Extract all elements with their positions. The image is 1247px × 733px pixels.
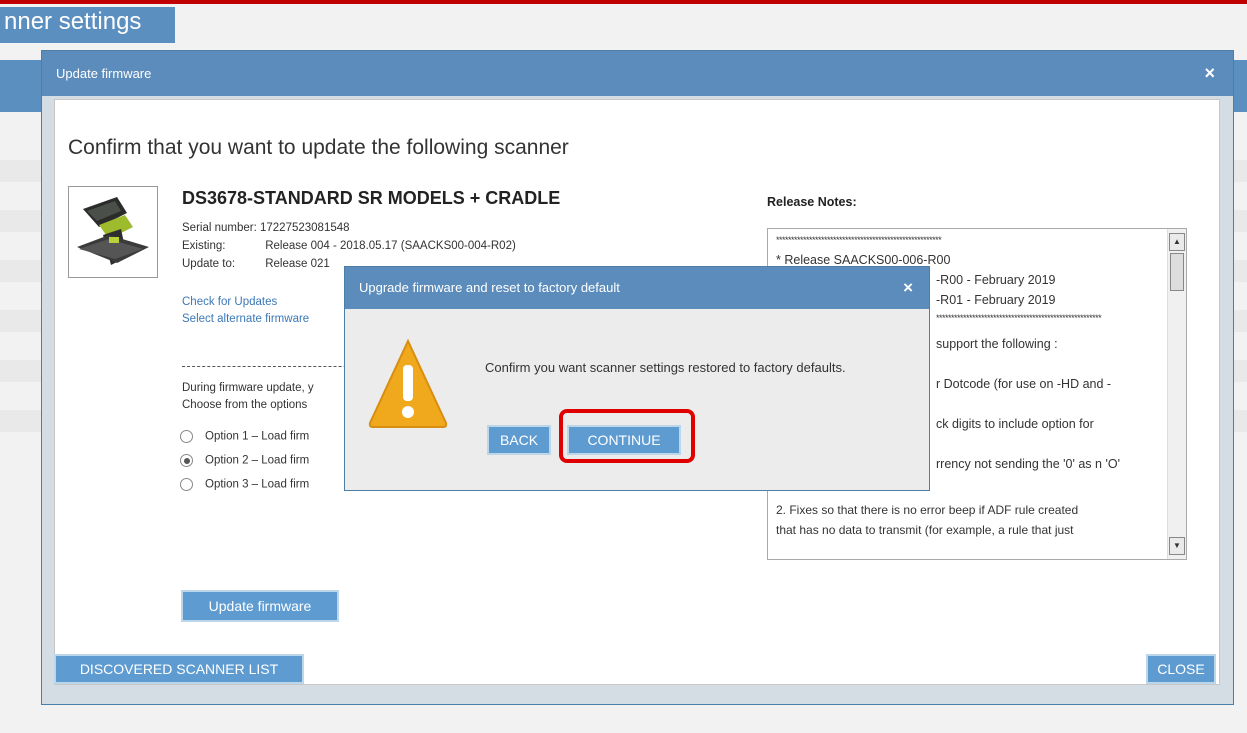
warning-icon xyxy=(367,337,449,434)
discovered-scanner-list-button[interactable]: DISCOVERED SCANNER LIST xyxy=(54,654,304,684)
confirm-heading: Confirm that you want to update the foll… xyxy=(68,136,569,159)
dialog-title-bar: Update firmware × xyxy=(42,51,1233,96)
existing-value: Release 004 - 2018.05.17 (SAACKS00-004-R… xyxy=(265,240,516,252)
existing-row: Existing: Release 004 - 2018.05.17 (SAAC… xyxy=(182,240,516,252)
update-to-value: Release 021 xyxy=(265,258,330,270)
update-to-label: Update to: xyxy=(182,258,236,270)
update-to-row: Update to: Release 021 xyxy=(182,258,330,270)
close-button[interactable]: CLOSE xyxy=(1146,654,1216,684)
serial-value: 17227523081548 xyxy=(260,222,350,234)
radio-icon[interactable] xyxy=(180,430,193,443)
update-firmware-button[interactable]: Update firmware xyxy=(181,590,339,622)
release-notes-line: -R00 - February 2019 xyxy=(936,273,1056,287)
release-notes-title: Release Notes: xyxy=(767,195,857,209)
release-notes-line: -R01 - February 2019 xyxy=(936,293,1056,307)
during-update-text: During firmware update, y xyxy=(182,382,314,394)
release-notes-line: ****************************************… xyxy=(776,235,942,245)
release-notes-scrollbar[interactable]: ▲ ▼ xyxy=(1167,229,1186,559)
back-button[interactable]: BACK xyxy=(487,425,551,455)
release-notes-line: support the following : xyxy=(936,337,1058,351)
factory-reset-modal: Upgrade firmware and reset to factory de… xyxy=(344,266,930,491)
existing-label: Existing: xyxy=(182,240,226,252)
option-2-label: Option 2 – Load firm xyxy=(205,454,310,467)
scanner-model: DS3678-STANDARD SR MODELS + CRADLE xyxy=(182,188,561,208)
release-notes-line: ****************************************… xyxy=(936,313,1102,323)
modal-close-icon[interactable]: × xyxy=(903,267,913,309)
release-notes-line: ck digits to include option for xyxy=(936,417,1094,431)
radio-selected-icon[interactable] xyxy=(180,454,193,467)
top-red-line xyxy=(0,0,1247,4)
scanner-image xyxy=(68,186,158,278)
option-3-label: Option 3 – Load firm xyxy=(205,478,310,491)
option-1-label: Option 1 – Load firm xyxy=(205,430,310,443)
dialog-title: Update firmware xyxy=(56,66,152,81)
scroll-down-icon[interactable]: ▼ xyxy=(1169,537,1185,555)
modal-title-bar: Upgrade firmware and reset to factory de… xyxy=(345,267,929,309)
option-1-radio[interactable]: Option 1 – Load firm xyxy=(180,430,309,443)
modal-title: Upgrade firmware and reset to factory de… xyxy=(359,280,620,295)
serial-number-row: Serial number: 17227523081548 xyxy=(182,222,350,234)
release-notes-line: rrency not sending the '0' as n 'O' xyxy=(936,457,1120,471)
scroll-thumb[interactable] xyxy=(1170,253,1184,291)
release-notes-line: that has no data to transmit (for exampl… xyxy=(776,523,1074,537)
continue-button[interactable]: CONTINUE xyxy=(567,425,681,455)
serial-label: Serial number: xyxy=(182,222,257,234)
radio-icon[interactable] xyxy=(180,478,193,491)
release-notes-line: * Release SAACKS00-006-R00 xyxy=(776,253,951,267)
option-2-radio[interactable]: Option 2 – Load firm xyxy=(180,454,309,467)
dialog-close-icon[interactable]: × xyxy=(1204,51,1215,96)
scroll-up-icon[interactable]: ▲ xyxy=(1169,233,1185,251)
release-notes-line: r Dotcode (for use on -HD and - xyxy=(936,377,1112,391)
modal-message: Confirm you want scanner settings restor… xyxy=(485,360,846,375)
check-for-updates-link[interactable]: Check for Updates xyxy=(182,296,277,308)
option-3-radio[interactable]: Option 3 – Load firm xyxy=(180,478,309,491)
background-tab-scanner-settings[interactable]: nner settings xyxy=(0,7,175,43)
choose-options-text: Choose from the options xyxy=(182,399,308,411)
release-notes-line: 2. Fixes so that there is no error beep … xyxy=(776,503,1079,517)
select-alternate-firmware-link[interactable]: Select alternate firmware xyxy=(182,313,309,325)
